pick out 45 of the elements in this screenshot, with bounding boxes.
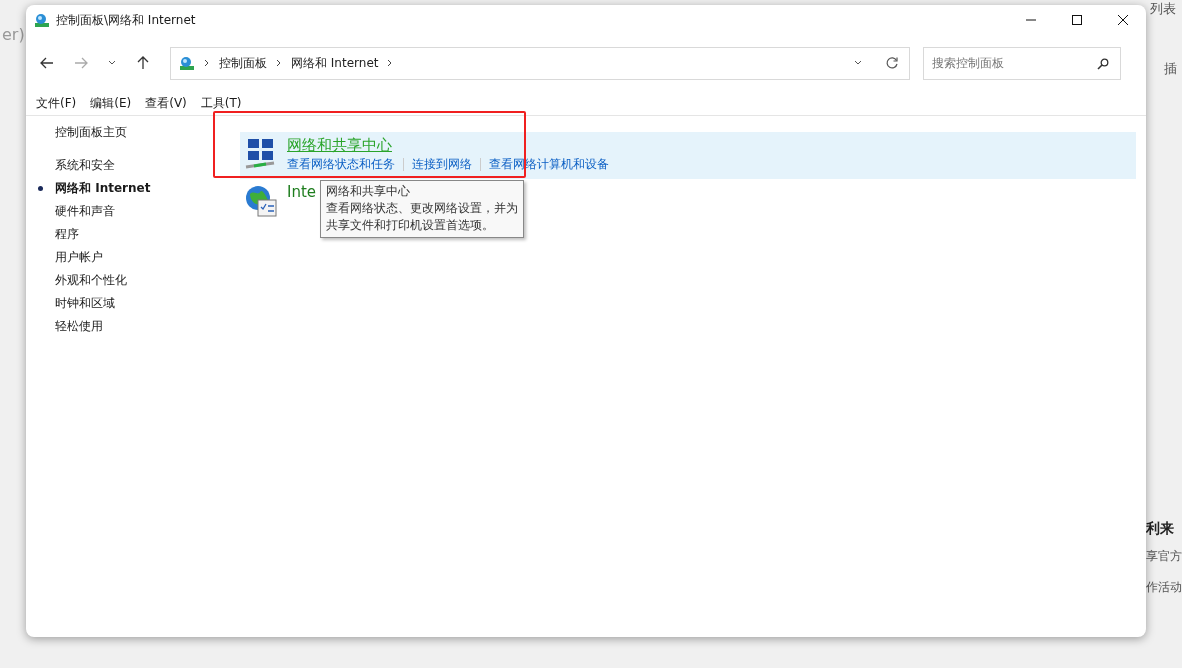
control-panel-icon [34, 12, 50, 28]
background-text: er) [2, 25, 26, 44]
refresh-icon[interactable] [885, 56, 899, 70]
sidebar-item[interactable]: 用户帐户 [55, 249, 103, 266]
sidebar-item[interactable]: 硬件和声音 [55, 203, 115, 220]
sidebar-item[interactable]: 轻松使用 [55, 318, 103, 335]
background-text: 插 [1164, 60, 1178, 78]
maximize-icon [1071, 14, 1083, 26]
sidebar-item[interactable]: 网络和 Internet [55, 180, 151, 197]
background-text: 利来 [1146, 520, 1175, 538]
task-link[interactable]: 连接到网络 [412, 156, 472, 173]
menu-item[interactable]: 工具(T) [200, 95, 242, 113]
background-text: 享官方 [1146, 548, 1182, 565]
sidebar-link[interactable]: 控制面板主页 [55, 124, 127, 141]
background-text: 作活动 [1146, 579, 1182, 596]
up-arrow-icon[interactable] [136, 56, 150, 70]
task-link[interactable]: 查看网络计算机和设备 [489, 156, 609, 173]
task-link[interactable]: 查看网络状态和任务 [287, 156, 395, 173]
background-text: 列表 [1150, 0, 1177, 18]
menu-item[interactable]: 文件(F) [36, 95, 77, 113]
breadcrumb[interactable]: 控制面板 [219, 54, 267, 72]
close-icon [1117, 14, 1129, 26]
chevron-down-icon[interactable] [854, 60, 862, 66]
chevron-right-icon [387, 59, 394, 67]
globe-checklist-icon [244, 184, 278, 218]
search-icon [1097, 57, 1109, 70]
menu-item[interactable]: 查看(V) [145, 95, 187, 113]
breadcrumb[interactable]: 网络和 Internet [291, 54, 379, 72]
category-link[interactable]: Inte [287, 183, 317, 201]
chevron-right-icon [276, 59, 282, 67]
window-title: 控制面板\网络和 Internet [56, 11, 196, 29]
back-arrow-icon[interactable] [40, 56, 54, 70]
chevron-right-icon [204, 59, 210, 67]
sidebar-item[interactable]: 程序 [55, 226, 79, 243]
search-field[interactable]: 搜索控制面板 [923, 46, 1121, 80]
menu-item[interactable]: 编辑(E) [90, 95, 132, 113]
tooltip-title: 网络和共享中心 [326, 183, 411, 200]
category-row[interactable]: 网络和共享中心 查看网络状态和任务 连接到网络 查看网络计算机和设备 [240, 132, 1136, 179]
sidebar-item[interactable]: 系统和安全 [55, 157, 115, 174]
sidebar-item[interactable]: 时钟和区域 [55, 295, 115, 312]
address-bar[interactable]: 控制面板 网络和 Internet [170, 46, 910, 80]
sidebar-item[interactable]: 外观和个性化 [55, 272, 127, 289]
chevron-down-icon[interactable] [108, 60, 116, 66]
tooltip-text: 查看网络状态、更改网络设置，并为共享文件和打印机设置首选项。 [326, 200, 518, 234]
control-panel-icon [179, 55, 195, 71]
